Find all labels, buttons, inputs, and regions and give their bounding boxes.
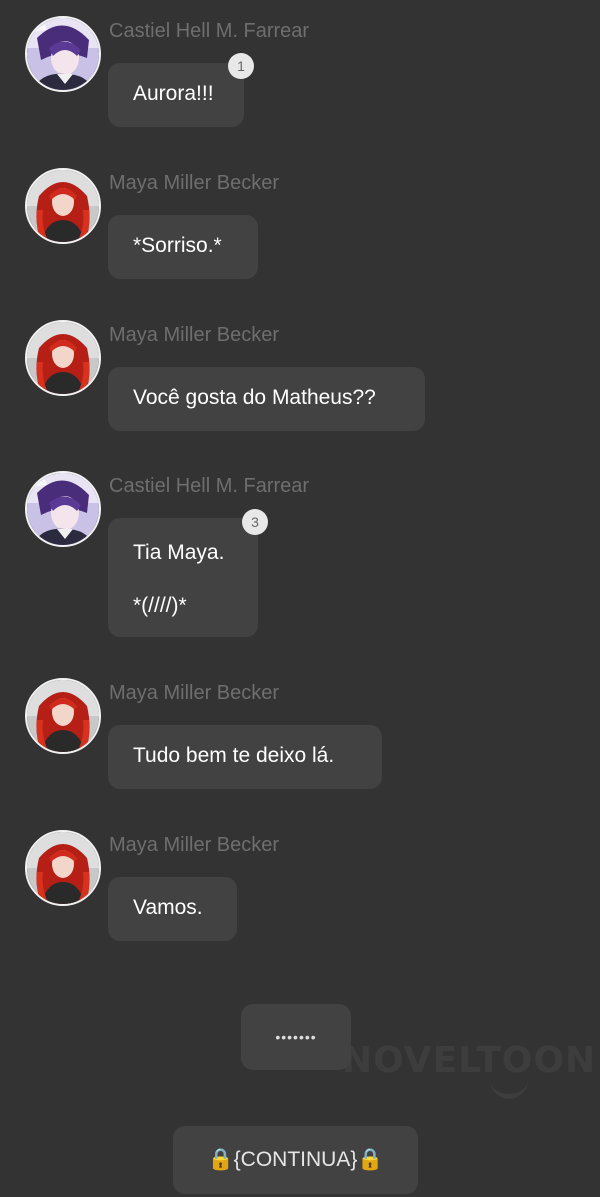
sender-name: Castiel Hell M. Farrear (109, 475, 310, 497)
castiel-avatar[interactable] (25, 471, 101, 547)
message-bubble[interactable]: *Sorriso.* (108, 215, 258, 279)
watermark-smile-icon (490, 1078, 528, 1099)
sender-name: Maya Miller Becker (109, 682, 280, 704)
message-text: Tia Maya. (133, 541, 225, 564)
maya-avatar[interactable] (25, 168, 101, 244)
message-bubble[interactable]: Aurora!!! (108, 63, 244, 127)
message-bubble[interactable]: Tudo bem te deixo lá. (108, 725, 382, 789)
message-text: *Sorriso.* (133, 234, 222, 257)
narration-dots: ••••••• (275, 1029, 317, 1045)
continua-text: 🔒{CONTINUA}🔒 (207, 1148, 384, 1171)
sender-name: Maya Miller Becker (109, 834, 280, 856)
message-bubble[interactable]: Vamos. (108, 877, 237, 941)
sender-name: Castiel Hell M. Farrear (109, 20, 310, 42)
castiel-avatar[interactable] (25, 16, 101, 92)
message-text: Tudo bem te deixo lá. (133, 744, 335, 767)
continua-bubble[interactable]: 🔒{CONTINUA}🔒 (173, 1126, 418, 1194)
maya-avatar[interactable] (25, 830, 101, 906)
comment-count-badge[interactable]: 3 (242, 509, 268, 535)
message-bubble[interactable]: Você gosta do Matheus?? (108, 367, 425, 431)
message-text: Aurora!!! (133, 82, 214, 105)
narration-dots-bubble[interactable]: ••••••• (241, 1004, 351, 1070)
sender-name: Maya Miller Becker (109, 172, 280, 194)
noveltoon-watermark: NOVELTOON (342, 1040, 597, 1081)
maya-avatar[interactable] (25, 678, 101, 754)
message-bubble[interactable]: Tia Maya. *(////)* (108, 518, 258, 637)
message-text (133, 568, 233, 591)
sender-name: Maya Miller Becker (109, 324, 280, 346)
message-text: Você gosta do Matheus?? (133, 386, 376, 409)
maya-avatar[interactable] (25, 320, 101, 396)
message-text: Vamos. (133, 896, 203, 919)
comment-count-badge[interactable]: 1 (228, 53, 254, 79)
message-text: *(////)* (133, 594, 187, 617)
